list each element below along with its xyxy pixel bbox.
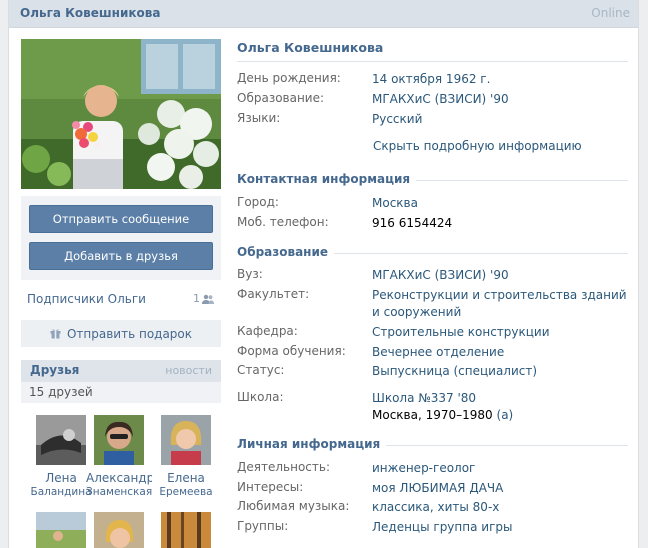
friend-item[interactable] — [153, 512, 219, 548]
friend-photo — [161, 415, 211, 465]
friend-avatar[interactable] — [94, 512, 144, 548]
info-label: Школа: — [237, 390, 284, 404]
info-value-link[interactable]: МГАКХиС (ВЗИСИ) '90 — [372, 91, 629, 108]
followers-count[interactable]: 1 — [193, 292, 214, 305]
info-label: Форма обучения: — [237, 344, 346, 358]
section-contacts: Контактная информация — [237, 172, 628, 188]
profile-name: Ольга Ковешникова — [237, 40, 384, 55]
friend-last-name: Знаменская — [86, 486, 152, 498]
info-value-link[interactable]: Русский — [372, 111, 629, 128]
friend-item[interactable] — [86, 512, 152, 548]
info-label: Статус: — [237, 363, 285, 377]
divider — [237, 61, 628, 62]
info-label: Образование: — [237, 91, 325, 105]
friend-avatar[interactable] — [161, 415, 211, 465]
friend-photo — [36, 415, 86, 465]
info-value-link[interactable]: Вечернее отделение — [372, 344, 629, 361]
online-status: Online — [591, 6, 630, 20]
info-label: Моб. телефон: — [237, 215, 329, 229]
gift-icon — [50, 329, 61, 339]
info-value-link[interactable]: 14 октября 1962 г. — [372, 71, 629, 88]
info-label: Группы: — [237, 519, 289, 533]
info-value-link[interactable]: классика, хиты 80-х — [372, 499, 629, 516]
friend-first-name: Александрочка — [86, 471, 152, 485]
info-label: Кафедра: — [237, 324, 298, 338]
school-name-link[interactable]: Школа №337 '80 — [372, 391, 476, 405]
school-value: Школа №337 '80 Москва, 1970–1980 (а) — [372, 390, 629, 424]
actions-box: Отправить сообщение Добавить в друзья — [21, 196, 221, 280]
friends-header: Друзья новости — [21, 360, 221, 382]
info-value-link[interactable]: моя ЛЮБИМАЯ ДАЧА — [372, 480, 629, 497]
info-label: Факультет: — [237, 287, 310, 301]
friend-last-name: Баландина — [30, 486, 92, 498]
followers-count-value: 1 — [193, 292, 200, 305]
friend-item[interactable] — [28, 512, 94, 548]
section-personal: Личная информация — [237, 437, 628, 453]
school-details: Москва, 1970–1980 (а) — [372, 407, 629, 424]
friend-first-name: Лена — [45, 471, 77, 485]
friend-first-name: Елена — [167, 471, 205, 485]
section-title: Личная информация — [237, 437, 387, 451]
top-bar: Ольга Ковешникова Online — [9, 0, 638, 28]
info-label: Вуз: — [237, 267, 263, 281]
send-gift-label: Отправить подарок — [66, 326, 193, 341]
friend-avatar[interactable] — [36, 415, 86, 465]
add-friend-button[interactable]: Добавить в друзья — [29, 242, 213, 270]
friend-photo — [94, 512, 144, 548]
friends-count[interactable]: 15 друзей — [29, 385, 93, 399]
friend-last-name: Еремеева — [159, 486, 213, 498]
profile-page: Ольга Ковешникова Online Отправить сообщ… — [8, 0, 639, 548]
avatar-photo — [21, 39, 221, 189]
info-value-link[interactable]: Строительные конструкции — [372, 324, 629, 341]
top-bar-name[interactable]: Ольга Ковешникова — [20, 6, 160, 20]
friend-item[interactable]: Александрочка Знаменская — [86, 415, 152, 499]
info-label: День рождения: — [237, 71, 341, 85]
friend-item[interactable]: Елена Еремеева — [153, 415, 219, 499]
friend-avatar[interactable] — [36, 512, 86, 548]
friend-photo — [94, 415, 144, 465]
friend-photo — [36, 512, 86, 548]
friend-avatar[interactable] — [161, 512, 211, 548]
info-value-link[interactable]: Реконструкции и строительства зданий и с… — [372, 287, 629, 321]
info-value-link[interactable]: МГАКХиС (ВЗИСИ) '90 — [372, 267, 629, 284]
friend-avatar[interactable] — [94, 415, 144, 465]
school-class-link[interactable]: (а) — [497, 408, 514, 422]
section-education: Образование — [237, 245, 628, 261]
info-label: Языки: — [237, 111, 281, 125]
info-label: Любимая музыка: — [237, 499, 350, 513]
friends-title[interactable]: Друзья — [30, 363, 79, 377]
info-value-link[interactable]: Выпускница (специалист) — [372, 363, 629, 380]
info-value-link[interactable]: Леденцы группа игры — [372, 519, 629, 536]
info-value: 916 6154424 — [372, 216, 453, 230]
people-icon — [202, 294, 214, 304]
hide-details-link[interactable]: Скрыть подробную информацию — [373, 139, 582, 153]
school-details-text: Москва, 1970–1980 — [372, 408, 493, 422]
followers-link[interactable]: Подписчики Ольги — [27, 292, 146, 306]
section-title: Контактная информация — [237, 172, 417, 186]
profile-avatar[interactable] — [21, 39, 221, 189]
info-label: Город: — [237, 195, 279, 209]
send-message-button[interactable]: Отправить сообщение — [29, 205, 213, 233]
info-value-link[interactable]: Москва — [372, 195, 629, 212]
send-gift-button[interactable]: Отправить подарок — [21, 320, 221, 347]
friend-item[interactable]: Лена Баландина — [28, 415, 94, 499]
info-label: Интересы: — [237, 480, 304, 494]
friend-photo — [161, 512, 211, 548]
friends-count-bar: 15 друзей — [21, 382, 221, 403]
friends-news-link[interactable]: новости — [165, 364, 212, 377]
info-value-link[interactable]: инженер-геолог — [372, 460, 629, 477]
section-title: Образование — [237, 245, 335, 259]
info-label: Деятельность: — [237, 460, 330, 474]
